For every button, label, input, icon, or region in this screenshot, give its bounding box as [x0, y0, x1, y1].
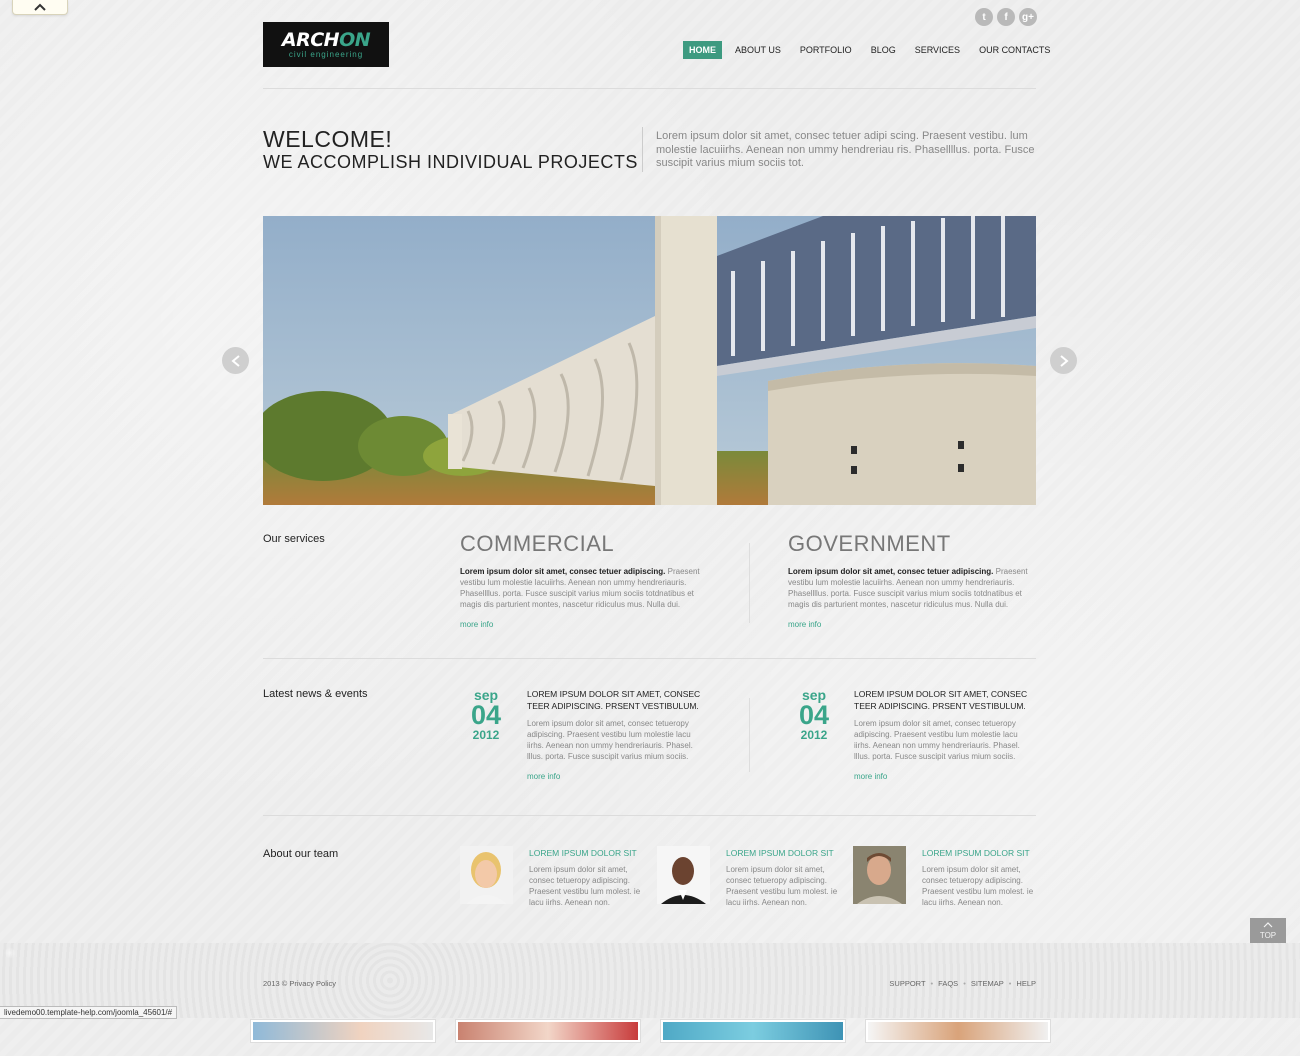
logo-tagline: civil engineering — [288, 50, 364, 59]
team-member-text: Lorem ipsum dolor sit amet, consec tetue… — [726, 865, 838, 907]
chevron-left-icon — [230, 354, 240, 367]
slider-prev-button[interactable] — [222, 347, 249, 374]
footer-links: SUPPORT • FAQS • SITEMAP • HELP — [889, 979, 1036, 988]
chevron-up-icon — [1263, 922, 1273, 928]
footer-copyright[interactable]: 2013 © Privacy Policy — [263, 979, 336, 988]
service-text-government: Lorem ipsum dolor sit amet, consec tetue… — [788, 567, 1028, 609]
team-member-name[interactable]: LOREM IPSUM DOLOR SIT — [922, 848, 1030, 858]
thumbnail-image[interactable] — [250, 1019, 436, 1043]
team-member-photo — [657, 846, 710, 904]
services-section-title: Our services — [263, 533, 325, 545]
news-headline[interactable]: LOREM IPSUM DOLOR SIT AMET, CONSEC TEER … — [854, 688, 1039, 712]
nav-item-our-contacts[interactable]: OUR CONTACTS — [973, 41, 1056, 59]
back-to-top-label: TOP — [1259, 931, 1277, 940]
service-more-info-link[interactable]: more info — [788, 620, 821, 629]
team-member-text: Lorem ipsum dolor sit amet, consec tetue… — [922, 865, 1034, 907]
welcome-heading: WELCOME! — [263, 126, 393, 152]
news-text: Lorem ipsum dolor sit amet, consec tetue… — [527, 719, 693, 761]
nav-item-services[interactable]: SERVICES — [909, 41, 966, 59]
main-nav: HOME ABOUT US PORTFOLIO BLOG SERVICES OU… — [683, 41, 1063, 59]
thumbnail-image[interactable] — [660, 1019, 846, 1043]
service-more-info-link[interactable]: more info — [460, 620, 493, 629]
services-divider — [749, 543, 750, 623]
site-logo[interactable]: ARCHON civil engineering — [263, 22, 389, 67]
footer-link-sitemap[interactable]: SITEMAP — [971, 979, 1004, 988]
service-heading-government: GOVERNMENT — [788, 531, 951, 556]
news-divider — [749, 698, 750, 772]
nav-item-blog[interactable]: BLOG — [865, 41, 902, 59]
section-divider — [263, 658, 1036, 659]
browser-status-url: livedemo00.template-help.com/joomla_4560… — [0, 1006, 178, 1019]
news-headline[interactable]: LOREM IPSUM DOLOR SIT AMET, CONSEC TEER … — [527, 688, 712, 712]
header-divider — [263, 88, 1036, 89]
team-member-name[interactable]: LOREM IPSUM DOLOR SIT — [726, 848, 834, 858]
section-divider — [263, 815, 1036, 816]
team-member-name[interactable]: LOREM IPSUM DOLOR SIT — [529, 848, 637, 858]
page-background — [0, 0, 1300, 1056]
facebook-icon[interactable]: f — [997, 8, 1015, 26]
welcome-divider — [642, 127, 643, 172]
chevron-right-icon — [1059, 354, 1069, 367]
news-more-info-link[interactable]: more info — [527, 772, 560, 781]
slider-next-button[interactable] — [1050, 347, 1077, 374]
team-member-photo — [853, 846, 906, 904]
twitter-icon[interactable]: t — [975, 8, 993, 26]
bridge-photo — [263, 216, 1036, 505]
footer-link-help[interactable]: HELP — [1016, 979, 1036, 988]
hero-slider-image — [263, 216, 1036, 505]
team-section-title: About our team — [263, 848, 339, 860]
footer-link-faqs[interactable]: FAQS — [938, 979, 958, 988]
welcome-subheading: WE ACCOMPLISH INDIVIDUAL PROJECTS — [263, 152, 638, 172]
service-heading-commercial: COMMERCIAL — [460, 531, 615, 556]
chevron-up-icon — [34, 3, 46, 11]
service-text-commercial: Lorem ipsum dolor sit amet, consec tetue… — [460, 567, 700, 609]
social-links: t f g+ — [975, 8, 1037, 26]
footer-link-support[interactable]: SUPPORT — [889, 979, 925, 988]
panel-toggle-tab[interactable] — [12, 0, 68, 15]
news-section-title: Latest news & events — [263, 688, 368, 700]
thumbnail-image[interactable] — [865, 1019, 1051, 1043]
nav-item-home[interactable]: HOME — [683, 41, 722, 59]
nav-item-portfolio[interactable]: PORTFOLIO — [794, 41, 858, 59]
news-date: sep 04 2012 — [798, 687, 830, 742]
team-member-photo — [460, 846, 513, 904]
news-date: sep 04 2012 — [470, 687, 502, 742]
welcome-text: Lorem ipsum dolor sit amet, consec tetue… — [656, 130, 1035, 169]
nav-item-about-us[interactable]: ABOUT US — [729, 41, 787, 59]
team-member-text: Lorem ipsum dolor sit amet, consec tetue… — [529, 865, 641, 907]
footer — [0, 943, 1300, 1018]
news-more-info-link[interactable]: more info — [854, 772, 887, 781]
thumbnail-image[interactable] — [455, 1019, 641, 1043]
news-text: Lorem ipsum dolor sit amet, consec tetue… — [854, 719, 1020, 761]
logo-text: ARCHON — [281, 29, 371, 51]
google-plus-icon[interactable]: g+ — [1019, 8, 1037, 26]
